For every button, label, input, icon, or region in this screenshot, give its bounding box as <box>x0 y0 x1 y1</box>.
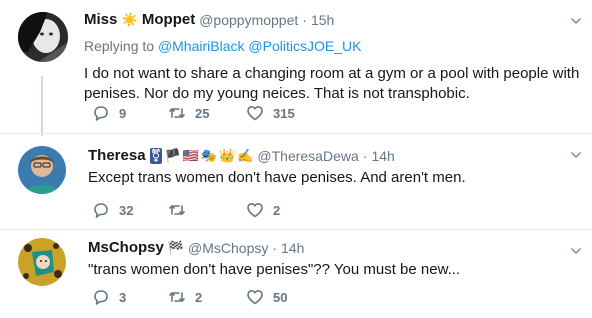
name-emojis: ⚧ 🏴 🇺🇸 🎭 👑 ✍️ <box>149 148 254 164</box>
retweet-button[interactable]: 25 <box>168 104 246 122</box>
reply-count: 32 <box>119 202 134 218</box>
crown-icon: 👑 <box>219 148 236 163</box>
reply-icon <box>94 290 108 305</box>
tweet[interactable]: Miss ☀️ Moppet @poppymoppet · 15h Replyi… <box>0 0 592 134</box>
like-count: 50 <box>273 289 288 305</box>
sun-emoji-icon: ☀️ <box>121 12 138 27</box>
chevron-down-icon[interactable] <box>570 244 582 256</box>
avatar[interactable] <box>18 12 68 62</box>
like-count: 2 <box>273 202 281 218</box>
scotland-flag-icon: 🏴 <box>164 148 181 163</box>
reply-button[interactable]: 3 <box>92 288 168 306</box>
tweet[interactable]: Theresa ⚧ 🏴 🇺🇸 🎭 👑 ✍️ @TheresaDewa · 14h… <box>0 134 592 230</box>
reply-count: 3 <box>119 289 127 305</box>
retweet-icon <box>169 108 185 118</box>
writing-hand-icon: ✍️ <box>237 148 254 163</box>
replying-to: Replying to @MhairiBlack @PoliticsJOE_UK <box>84 36 580 56</box>
retweet-icon <box>169 205 185 215</box>
display-name-part: Moppet <box>141 11 196 28</box>
display-name-part: Miss <box>84 11 118 28</box>
heart-icon <box>247 106 263 121</box>
tweet-actions: 9 25 315 <box>92 104 322 122</box>
tweet[interactable]: MsChopsy 🏁 @MsChopsy · 14h "trans women … <box>0 230 592 318</box>
retweet-count: 2 <box>195 289 203 305</box>
like-button[interactable]: 315 <box>246 104 322 122</box>
display-name[interactable]: MsChopsy <box>88 238 164 258</box>
separator-dot: · <box>362 148 368 164</box>
retweet-icon <box>169 292 185 302</box>
mention-link[interactable]: @PoliticsJOE_UK <box>248 38 361 54</box>
reply-button[interactable]: 32 <box>92 201 168 219</box>
timestamp[interactable]: 14h <box>281 238 304 258</box>
replying-to-label: Replying to <box>84 38 155 54</box>
handle[interactable]: @poppymoppet <box>199 10 298 30</box>
theater-masks-icon: 🎭 <box>200 148 218 163</box>
tweet-text: I do not want to share a changing room a… <box>84 65 584 102</box>
tweet-actions: 3 2 50 <box>92 288 322 306</box>
avatar[interactable] <box>18 146 66 194</box>
timestamp[interactable]: 14h <box>371 146 394 166</box>
tweet-text: Except trans women don't have penises. A… <box>88 169 466 186</box>
tweet-actions: 32 2 <box>92 201 322 219</box>
like-button[interactable]: 2 <box>246 201 322 219</box>
retweet-button[interactable]: 2 <box>168 288 246 306</box>
reply-icon <box>94 106 108 121</box>
chevron-down-icon[interactable] <box>570 14 582 26</box>
display-name[interactable]: Theresa <box>88 146 146 166</box>
timestamp[interactable]: 15h <box>311 10 334 30</box>
us-flag-icon: 🇺🇸 <box>182 148 199 163</box>
reply-icon <box>94 203 108 218</box>
tweet-text: "trans women don't have penises"?? You m… <box>88 261 461 278</box>
retweet-count: 25 <box>195 105 210 121</box>
transgender-symbol-icon: ⚧ <box>149 148 163 164</box>
heart-icon <box>247 203 263 218</box>
heart-icon <box>247 290 263 305</box>
like-button[interactable]: 50 <box>246 288 322 306</box>
reply-button[interactable]: 9 <box>92 104 168 122</box>
separator-dot: · <box>272 240 278 256</box>
checkered-flag-icon: 🏁 <box>167 240 185 255</box>
avatar[interactable] <box>18 238 66 286</box>
mention-link[interactable]: @MhairiBlack <box>158 38 245 54</box>
like-count: 315 <box>273 105 295 121</box>
handle[interactable]: @MsChopsy <box>188 238 268 258</box>
display-name[interactable]: Miss ☀️ Moppet <box>84 10 195 30</box>
name-emojis: 🏁 <box>168 240 184 256</box>
retweet-button[interactable] <box>168 201 246 219</box>
handle[interactable]: @TheresaDewa <box>257 146 358 166</box>
chevron-down-icon[interactable] <box>570 148 582 160</box>
separator-dot: · <box>302 12 307 28</box>
reply-count: 9 <box>119 105 127 121</box>
